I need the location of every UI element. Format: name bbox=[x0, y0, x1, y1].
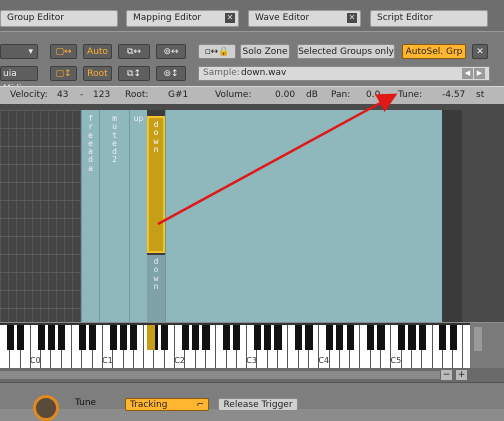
horizontal-scrollbar[interactable]: − + bbox=[0, 368, 504, 382]
octave-label: C5 bbox=[390, 356, 402, 365]
black-key[interactable] bbox=[181, 325, 189, 350]
keyboard[interactable]: C0 C1 C2 C3 C4 C5 bbox=[0, 323, 470, 370]
black-key[interactable] bbox=[439, 325, 447, 350]
black-key[interactable] bbox=[449, 325, 457, 350]
tracking-label: Tracking bbox=[130, 400, 168, 410]
black-key[interactable] bbox=[58, 325, 66, 350]
black-key[interactable] bbox=[336, 325, 344, 350]
black-key[interactable] bbox=[253, 325, 262, 350]
black-key[interactable] bbox=[325, 325, 334, 350]
octave-label: C2 bbox=[174, 356, 185, 365]
arrow-line bbox=[157, 93, 398, 226]
black-key[interactable] bbox=[398, 325, 406, 350]
black-key[interactable] bbox=[130, 325, 138, 350]
keyboard-side bbox=[470, 323, 504, 368]
scroll-track[interactable] bbox=[0, 371, 440, 379]
zoom-out-icon[interactable]: − bbox=[441, 370, 452, 380]
black-key[interactable] bbox=[377, 325, 385, 350]
black-key[interactable] bbox=[78, 325, 86, 350]
black-key[interactable] bbox=[346, 325, 354, 350]
black-key[interactable] bbox=[109, 325, 117, 350]
tune-knob[interactable] bbox=[33, 395, 59, 421]
release-trigger-button[interactable]: Release Trigger bbox=[218, 398, 298, 411]
zoom-in-icon[interactable]: + bbox=[456, 370, 467, 380]
black-key[interactable] bbox=[47, 325, 56, 350]
black-key[interactable] bbox=[6, 325, 14, 350]
black-key[interactable] bbox=[37, 325, 45, 350]
bottom-bar: Tune Tracking ⌐ Release Trigger bbox=[0, 382, 504, 421]
black-key[interactable] bbox=[367, 325, 375, 350]
tune-knob-label: Tune bbox=[75, 398, 97, 408]
octave-label: C1 bbox=[102, 356, 113, 365]
octave-label: C4 bbox=[318, 356, 330, 365]
black-key[interactable] bbox=[192, 325, 200, 350]
release-trigger-label: Release Trigger bbox=[223, 400, 293, 410]
black-key[interactable] bbox=[161, 325, 169, 350]
octave-label: C0 bbox=[30, 356, 41, 365]
vertical-scroll-handle[interactable] bbox=[474, 327, 482, 351]
tracking-curve-icon: ⌐ bbox=[196, 400, 204, 410]
black-key[interactable] bbox=[305, 325, 313, 350]
black-key[interactable] bbox=[233, 325, 241, 350]
tracking-button[interactable]: Tracking ⌐ bbox=[125, 398, 209, 411]
black-key[interactable] bbox=[295, 325, 303, 350]
octave-label: C3 bbox=[246, 356, 257, 365]
black-key[interactable] bbox=[408, 325, 416, 350]
black-key[interactable] bbox=[222, 325, 231, 350]
black-key[interactable] bbox=[274, 325, 282, 350]
black-key[interactable] bbox=[16, 325, 25, 350]
black-key[interactable] bbox=[89, 325, 97, 350]
black-key[interactable] bbox=[418, 325, 426, 350]
root-key-highlight bbox=[147, 325, 155, 350]
black-key[interactable] bbox=[202, 325, 210, 350]
black-key[interactable] bbox=[264, 325, 272, 350]
black-key[interactable] bbox=[119, 325, 128, 350]
